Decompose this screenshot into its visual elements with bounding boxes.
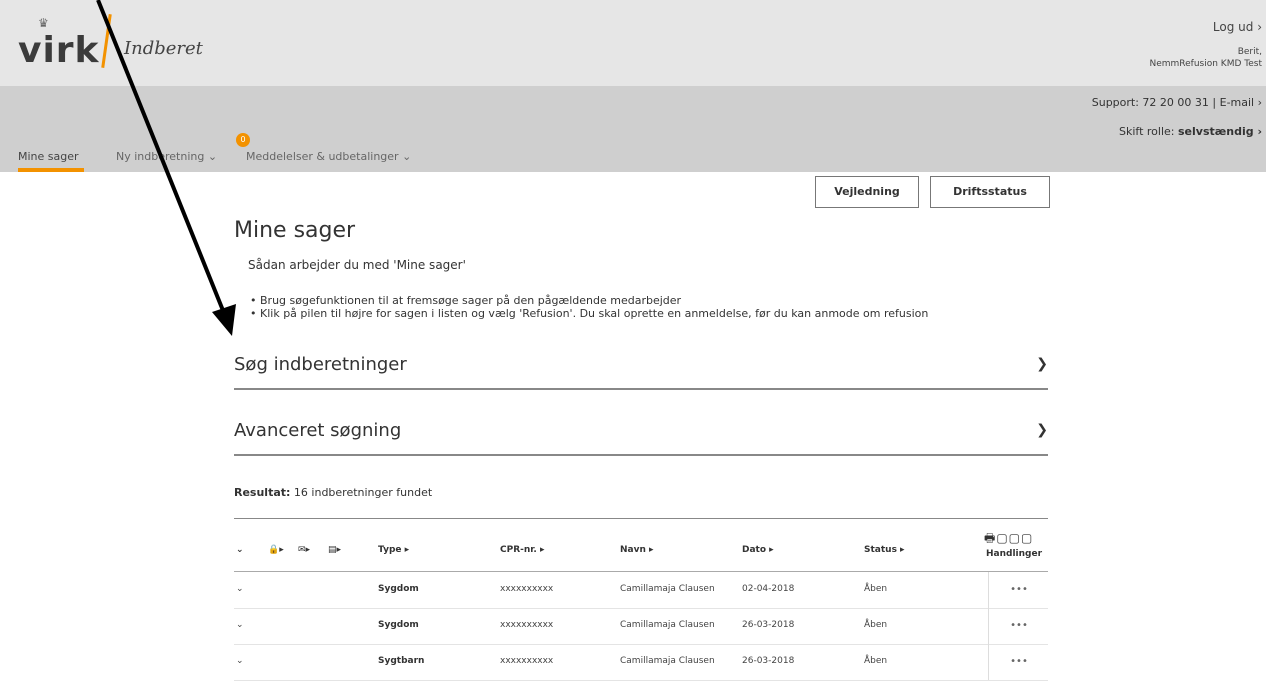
arrow-head <box>212 304 236 336</box>
arrow-line <box>96 0 228 319</box>
annotation-arrow <box>96 0 236 336</box>
